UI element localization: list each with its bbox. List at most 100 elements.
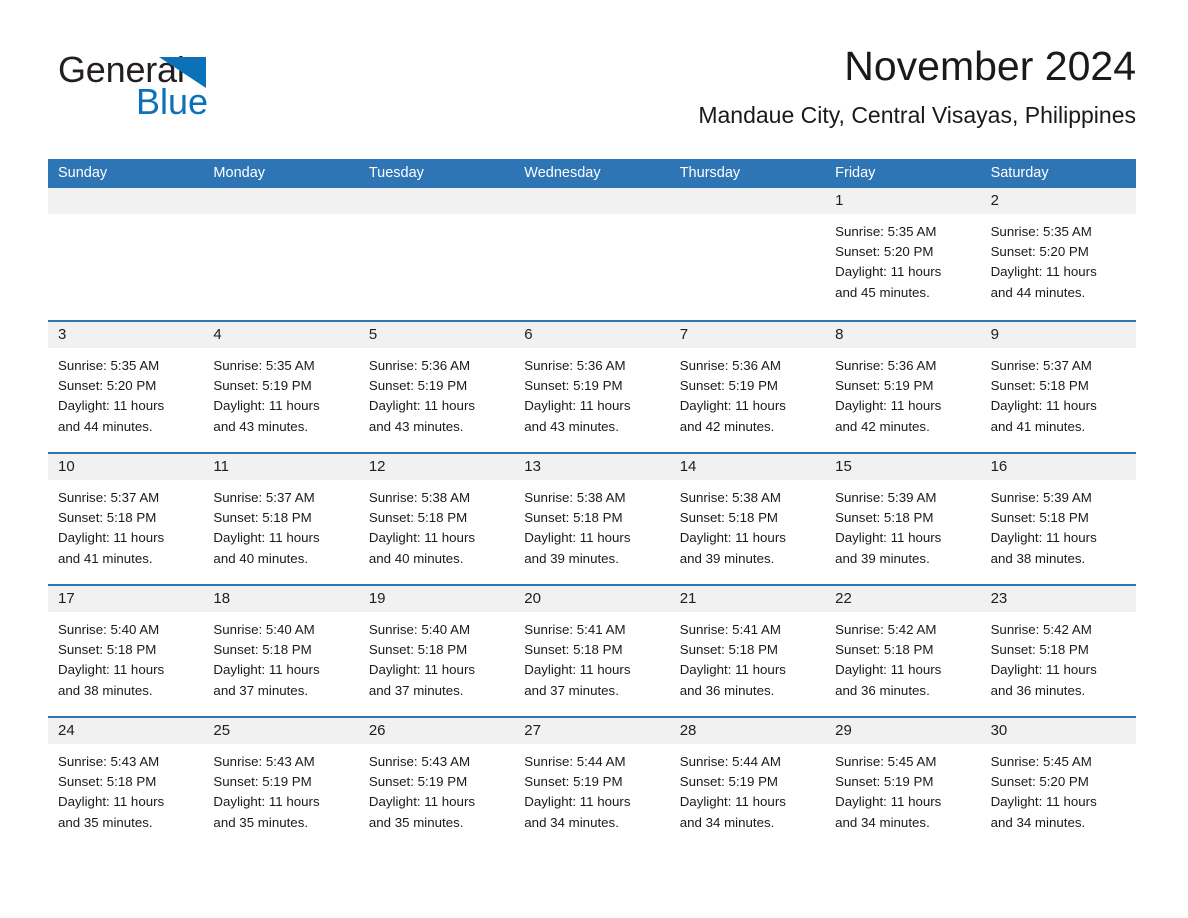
day-details: Sunrise: 5:40 AM Sunset: 5:18 PM Daylight:… bbox=[359, 612, 514, 701]
day-cell[interactable]: 6 Sunrise: 5:36 AM Sunset: 5:19 PM Daylight… bbox=[514, 322, 670, 452]
day-details: Sunrise: 5:35 AM Sunset: 5:19 PM Daylight:… bbox=[203, 348, 358, 437]
day-number-band bbox=[514, 188, 670, 214]
day-cell-empty bbox=[48, 188, 204, 320]
daylight-duration-line1: Daylight: 11 hours bbox=[990, 530, 1097, 546]
daylight-duration-line2: and 34 minutes. bbox=[679, 814, 775, 830]
day-cell[interactable]: 8 Sunrise: 5:36 AM Sunset: 5:19 PM Daylight… bbox=[825, 322, 981, 452]
day-number-band: 6 bbox=[514, 322, 670, 348]
daylight-duration-line1: Daylight: 11 hours bbox=[524, 794, 631, 810]
sunset-time: Sunset: 5:20 PM bbox=[58, 378, 157, 394]
day-cell[interactable]: 30 Sunrise: 5:45 AM Sunset: 5:20 PM Dayligh… bbox=[980, 718, 1136, 848]
daylight-duration-line2: and 38 minutes. bbox=[990, 550, 1086, 566]
daylight-duration-line1: Daylight: 11 hours bbox=[58, 794, 165, 810]
day-details: Sunrise: 5:41 AM Sunset: 5:18 PM Daylight:… bbox=[514, 612, 669, 701]
page-subtitle: Mandaue City, Central Visayas, Philippin… bbox=[698, 102, 1136, 128]
sunset-time: Sunset: 5:20 PM bbox=[835, 244, 934, 260]
day-number-band: 3 bbox=[48, 322, 204, 348]
day-number-band: 4 bbox=[203, 322, 359, 348]
weekday-header-friday: Friday bbox=[835, 165, 876, 181]
day-number-band: 11 bbox=[203, 454, 359, 480]
sunset-time: Sunset: 5:18 PM bbox=[835, 642, 934, 658]
day-cell[interactable]: 10 Sunrise: 5:37 AM Sunset: 5:18 PM Dayligh… bbox=[48, 454, 204, 584]
page-title: November 2024 bbox=[844, 43, 1136, 89]
daylight-duration-line1: Daylight: 11 hours bbox=[368, 530, 476, 546]
sunset-time: Sunset: 5:19 PM bbox=[835, 774, 934, 790]
daylight-duration-line2: and 43 minutes. bbox=[524, 418, 619, 434]
day-number: 17 bbox=[58, 590, 75, 607]
sunrise-time: Sunrise: 5:37 AM bbox=[213, 490, 315, 505]
day-cell[interactable]: 27 Sunrise: 5:44 AM Sunset: 5:19 PM Dayligh… bbox=[514, 718, 670, 848]
sunrise-time: Sunrise: 5:41 AM bbox=[524, 622, 626, 637]
sunrise-time: Sunrise: 5:43 AM bbox=[58, 754, 160, 769]
day-cell[interactable]: 29 Sunrise: 5:45 AM Sunset: 5:19 PM Dayligh… bbox=[825, 718, 981, 848]
daylight-duration-line2: and 45 minutes. bbox=[835, 284, 930, 300]
daylight-duration-line1: Daylight: 11 hours bbox=[835, 264, 942, 280]
week-grid: 17 Sunrise: 5:40 AM Sunset: 5:18 PM Dayligh… bbox=[48, 586, 1136, 716]
day-cell[interactable]: 11 Sunrise: 5:37 AM Sunset: 5:18 PM Dayligh… bbox=[203, 454, 359, 584]
daylight-duration-line1: Daylight: 11 hours bbox=[368, 794, 476, 810]
day-number-band: 19 bbox=[358, 586, 515, 612]
daylight-duration-line1: Daylight: 11 hours bbox=[58, 662, 165, 678]
sunset-time: Sunset: 5:19 PM bbox=[368, 774, 468, 790]
day-details: Sunrise: 5:40 AM Sunset: 5:18 PM Daylight:… bbox=[48, 612, 203, 701]
day-cell[interactable]: 4 Sunrise: 5:35 AM Sunset: 5:19 PM Daylight… bbox=[203, 322, 359, 452]
sunset-time: Sunset: 5:19 PM bbox=[213, 378, 312, 394]
day-details: Sunrise: 5:37 AM Sunset: 5:18 PM Daylight:… bbox=[48, 480, 203, 569]
day-number: 22 bbox=[835, 590, 852, 607]
daylight-duration-line2: and 44 minutes. bbox=[58, 418, 153, 434]
day-number-band: 21 bbox=[669, 586, 826, 612]
daylight-duration-line1: Daylight: 11 hours bbox=[524, 398, 631, 414]
day-cell[interactable]: 26 Sunrise: 5:43 AM Sunset: 5:19 PM Dayligh… bbox=[358, 718, 515, 848]
weekday-header-thursday: Thursday bbox=[679, 165, 741, 181]
day-cell[interactable]: 15 Sunrise: 5:39 AM Sunset: 5:18 PM Dayligh… bbox=[825, 454, 981, 584]
day-number: 10 bbox=[58, 458, 75, 475]
day-details: Sunrise: 5:36 AM Sunset: 5:19 PM Daylight:… bbox=[670, 348, 825, 437]
day-cell[interactable]: 3 Sunrise: 5:35 AM Sunset: 5:20 PM Daylight… bbox=[48, 322, 204, 452]
day-cell[interactable]: 23 Sunrise: 5:42 AM Sunset: 5:18 PM Dayligh… bbox=[980, 586, 1136, 716]
day-number: 14 bbox=[679, 458, 697, 475]
day-number-band: 28 bbox=[669, 718, 826, 744]
day-cell[interactable]: 7 Sunrise: 5:36 AM Sunset: 5:19 PM Daylight… bbox=[669, 322, 826, 452]
sunset-time: Sunset: 5:19 PM bbox=[368, 378, 468, 394]
sunset-time: Sunset: 5:20 PM bbox=[990, 774, 1089, 790]
day-cell-empty bbox=[669, 188, 826, 320]
daylight-duration-line1: Daylight: 11 hours bbox=[679, 398, 786, 414]
day-cell[interactable]: 20 Sunrise: 5:41 AM Sunset: 5:18 PM Dayligh… bbox=[514, 586, 670, 716]
sunrise-time: Sunrise: 5:36 AM bbox=[679, 358, 781, 373]
day-number: 27 bbox=[524, 722, 541, 739]
day-cell[interactable]: 1 Sunrise: 5:35 AM Sunset: 5:20 PM Daylight… bbox=[825, 188, 981, 320]
day-cell[interactable]: 25 Sunrise: 5:43 AM Sunset: 5:19 PM Dayligh… bbox=[203, 718, 359, 848]
sunset-time: Sunset: 5:20 PM bbox=[990, 244, 1089, 260]
day-cell[interactable]: 12 Sunrise: 5:38 AM Sunset: 5:18 PM Dayligh… bbox=[358, 454, 515, 584]
daylight-duration-line1: Daylight: 11 hours bbox=[213, 398, 320, 414]
day-cell[interactable]: 21 Sunrise: 5:41 AM Sunset: 5:18 PM Dayligh… bbox=[669, 586, 826, 716]
day-number: 16 bbox=[990, 458, 1008, 475]
daylight-duration-line1: Daylight: 11 hours bbox=[58, 398, 165, 414]
day-cell[interactable]: 9 Sunrise: 5:37 AM Sunset: 5:18 PM Daylight… bbox=[980, 322, 1136, 452]
daylight-duration-line1: Daylight: 11 hours bbox=[835, 794, 942, 810]
daylight-duration-line1: Daylight: 11 hours bbox=[524, 530, 631, 546]
sunset-time: Sunset: 5:19 PM bbox=[524, 378, 623, 394]
day-cell[interactable]: 13 Sunrise: 5:38 AM Sunset: 5:18 PM Dayligh… bbox=[514, 454, 670, 584]
day-cell[interactable]: 24 Sunrise: 5:43 AM Sunset: 5:18 PM Dayligh… bbox=[48, 718, 204, 848]
generalblue-logo[interactable]: General Blue bbox=[58, 48, 318, 128]
day-cell[interactable]: 18 Sunrise: 5:40 AM Sunset: 5:18 PM Dayligh… bbox=[203, 586, 359, 716]
day-cell[interactable]: 2 Sunrise: 5:35 AM Sunset: 5:20 PM Daylight… bbox=[980, 188, 1136, 320]
sunrise-time: Sunrise: 5:40 AM bbox=[58, 622, 160, 637]
daylight-duration-line1: Daylight: 11 hours bbox=[990, 264, 1097, 280]
day-cell[interactable]: 22 Sunrise: 5:42 AM Sunset: 5:18 PM Dayligh… bbox=[825, 586, 981, 716]
sunset-time: Sunset: 5:19 PM bbox=[835, 378, 934, 394]
day-cell[interactable]: 17 Sunrise: 5:40 AM Sunset: 5:18 PM Dayligh… bbox=[48, 586, 204, 716]
day-number-band: 14 bbox=[669, 454, 826, 480]
day-cell[interactable]: 16 Sunrise: 5:39 AM Sunset: 5:18 PM Dayligh… bbox=[980, 454, 1136, 584]
daylight-duration-line1: Daylight: 11 hours bbox=[990, 794, 1097, 810]
day-cell[interactable]: 5 Sunrise: 5:36 AM Sunset: 5:19 PM Daylight… bbox=[358, 322, 515, 452]
day-number-band: 8 bbox=[825, 322, 981, 348]
day-number: 5 bbox=[368, 326, 378, 343]
day-cell[interactable]: 19 Sunrise: 5:40 AM Sunset: 5:18 PM Dayligh… bbox=[358, 586, 515, 716]
day-cell[interactable]: 28 Sunrise: 5:44 AM Sunset: 5:19 PM Dayligh… bbox=[669, 718, 826, 848]
day-number-band: 22 bbox=[825, 586, 981, 612]
day-number-band: 5 bbox=[358, 322, 515, 348]
sunset-time: Sunset: 5:18 PM bbox=[524, 642, 623, 658]
day-cell[interactable]: 14 Sunrise: 5:38 AM Sunset: 5:18 PM Dayligh… bbox=[669, 454, 826, 584]
